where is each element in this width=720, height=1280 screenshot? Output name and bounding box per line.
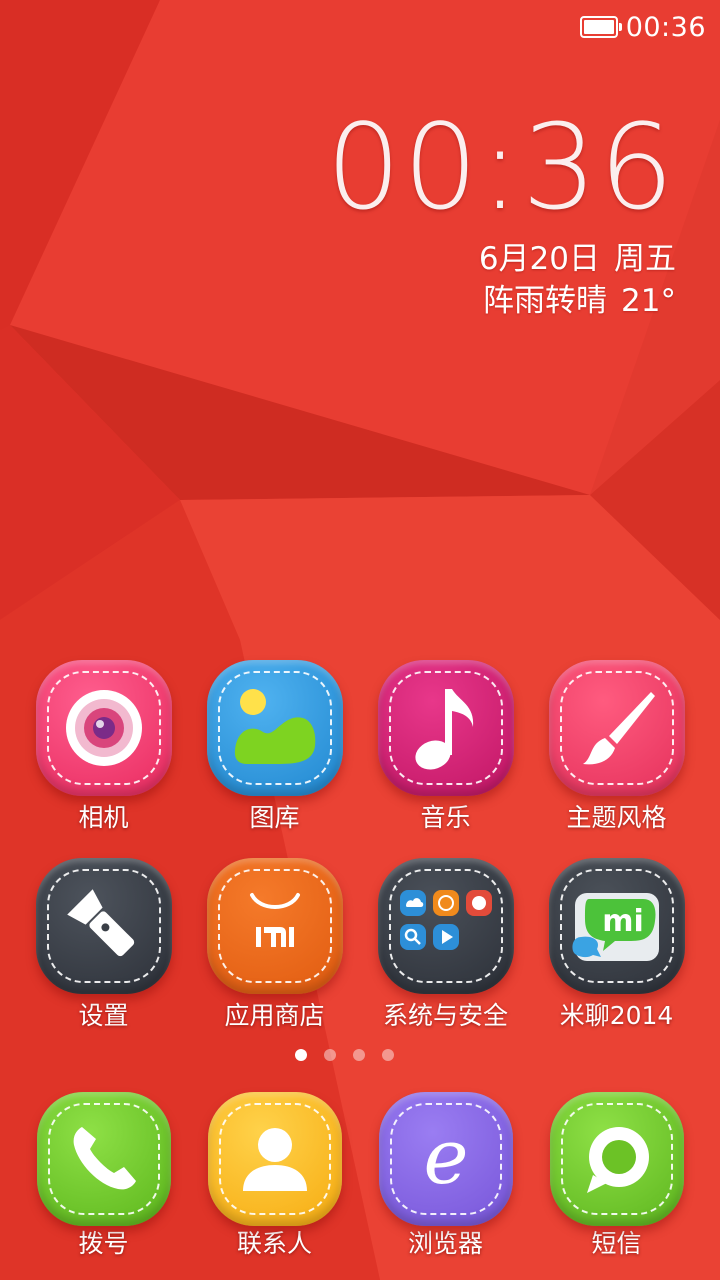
app-label: 短信 [591, 1229, 642, 1258]
app-icon-tile [36, 1092, 171, 1226]
camera-icon [65, 690, 142, 766]
music-note-icon [414, 689, 473, 770]
app-messages[interactable]: 短信 [531, 1092, 702, 1260]
battery-icon [579, 16, 622, 38]
page-dot-active[interactable] [294, 1049, 307, 1061]
phone-icon [73, 1127, 136, 1190]
app-icon-tile [548, 660, 685, 796]
app-label: 音乐 [420, 803, 471, 832]
widget-date: 6月20日 周五 [326, 238, 676, 280]
app-icon-tile [207, 1092, 342, 1226]
status-time: 00:36 [625, 11, 706, 43]
app-label: 设置 [78, 1001, 129, 1030]
page-dot[interactable] [381, 1049, 394, 1061]
app-contacts[interactable]: 联系人 [189, 1092, 360, 1260]
folder-icon [399, 890, 492, 950]
app-icon-tile [206, 858, 343, 994]
clock-weather-widget[interactable]: 00:36 6月20日 周五 阵雨转晴 21° [326, 108, 676, 322]
app-label: 主题风格 [566, 803, 667, 832]
app-icon-tile: mi [548, 858, 685, 994]
paintbrush-icon [582, 692, 655, 765]
app-mitalk[interactable]: mi 米聊2014 [531, 858, 702, 1032]
app-camera[interactable]: 相机 [18, 660, 189, 834]
app-settings[interactable]: 设置 [18, 858, 189, 1032]
app-icon-tile: e [378, 1092, 513, 1226]
page-dot[interactable] [352, 1049, 365, 1061]
mi-store-bag-icon [249, 893, 300, 947]
svg-text:e: e [423, 1119, 468, 1199]
message-bubble-icon [586, 1127, 649, 1193]
app-icon-tile [377, 660, 514, 796]
page-dot[interactable] [323, 1049, 336, 1061]
app-grid: 相机 图库 音乐 主题风格 设置 应用商店 系统与安全 mi 米聊2014 [18, 660, 702, 1032]
widget-weather: 阵雨转晴 21° [326, 280, 676, 322]
app-label: 相机 [78, 803, 129, 832]
app-browser[interactable]: e 浏览器 [360, 1092, 531, 1260]
weekday-text: 周五 [614, 241, 676, 277]
app-dialer[interactable]: 拨号 [18, 1092, 189, 1260]
flashlight-icon [66, 889, 134, 957]
app-label: 浏览器 [407, 1229, 483, 1258]
mi-chat-icon: mi [571, 893, 659, 961]
app-themes[interactable]: 主题风格 [531, 660, 702, 834]
status-bar: 00:36 [579, 10, 706, 44]
date-text: 6月20日 [478, 241, 600, 277]
page-indicator [0, 1049, 704, 1061]
gallery-icon [234, 689, 315, 764]
svg-text:mi: mi [602, 904, 644, 939]
app-label: 系统与安全 [382, 1001, 508, 1030]
widget-time: 00:36 [325, 98, 676, 236]
temperature-text: 21° [621, 283, 676, 319]
app-icon-tile [35, 660, 172, 796]
app-gallery[interactable]: 图库 [189, 660, 360, 834]
dock: 拨号 联系人 e 浏览器 短信 [18, 1092, 702, 1260]
app-label: 拨号 [78, 1229, 129, 1258]
app-label: 米聊2014 [559, 1001, 674, 1030]
weather-text: 阵雨转晴 [483, 283, 608, 319]
contact-icon [242, 1128, 307, 1191]
app-music[interactable]: 音乐 [360, 660, 531, 834]
app-icon-tile [206, 660, 343, 796]
app-store[interactable]: 应用商店 [189, 858, 360, 1032]
app-icon-tile [377, 858, 514, 994]
folder-system-security[interactable]: 系统与安全 [360, 858, 531, 1032]
app-icon-tile [35, 858, 172, 994]
app-label: 图库 [249, 803, 300, 832]
browser-e-icon: e [423, 1119, 468, 1199]
app-label: 应用商店 [224, 1001, 325, 1030]
app-label: 联系人 [236, 1229, 312, 1258]
app-icon-tile [549, 1092, 684, 1226]
